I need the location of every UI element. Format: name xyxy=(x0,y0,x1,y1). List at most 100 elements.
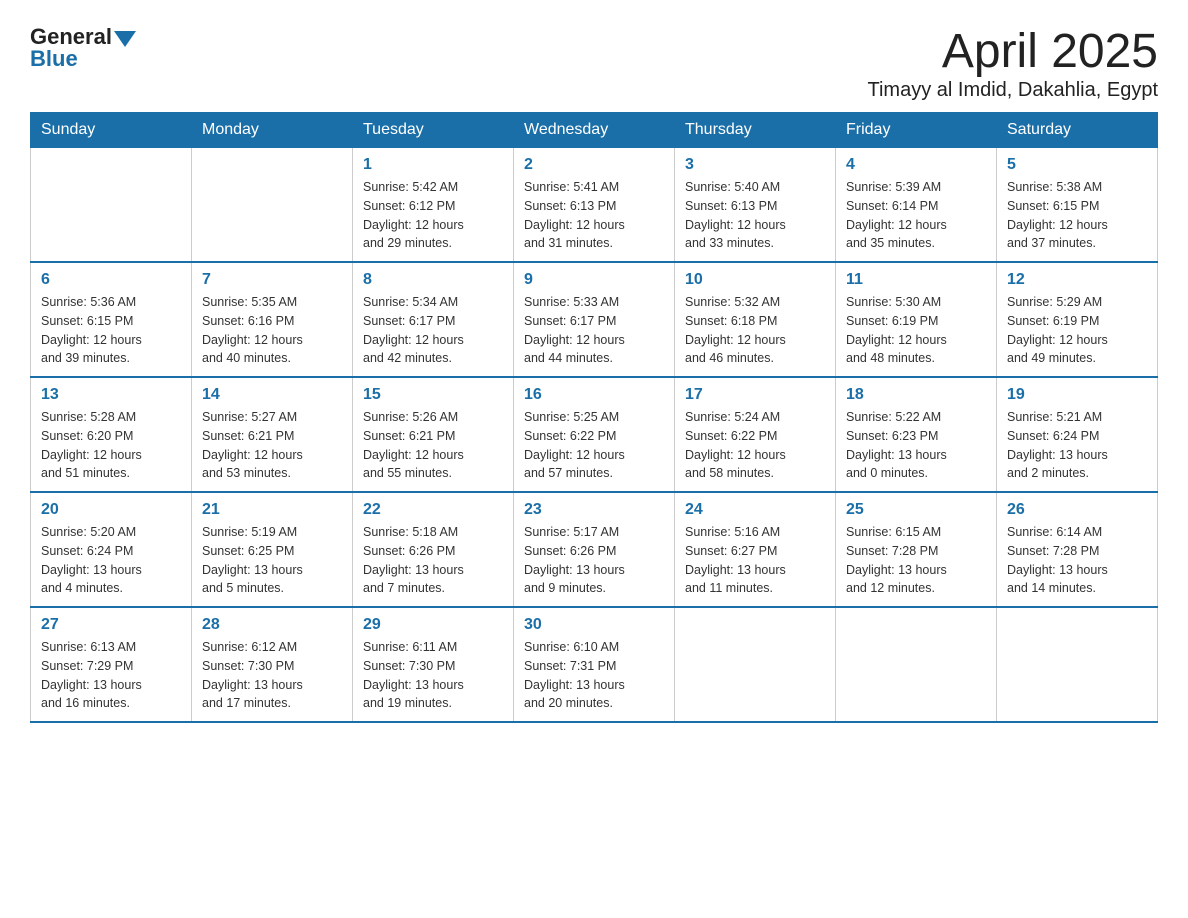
day-info: Sunrise: 5:33 AM Sunset: 6:17 PM Dayligh… xyxy=(524,293,664,368)
calendar-cell xyxy=(192,148,353,263)
calendar-cell: 5 Sunrise: 5:38 AM Sunset: 6:15 PM Daylig… xyxy=(997,148,1158,263)
day-number: 23 xyxy=(524,501,664,519)
calendar-cell: 6 Sunrise: 5:36 AM Sunset: 6:15 PM Daylig… xyxy=(31,262,192,377)
day-number: 17 xyxy=(685,386,825,404)
day-number: 12 xyxy=(1007,271,1147,289)
day-number: 29 xyxy=(363,616,503,634)
calendar-cell: 14 Sunrise: 5:27 AM Sunset: 6:21 PM Dayli… xyxy=(192,377,353,492)
calendar-cell: 2 Sunrise: 5:41 AM Sunset: 6:13 PM Daylig… xyxy=(514,148,675,263)
day-info: Sunrise: 5:30 AM Sunset: 6:19 PM Dayligh… xyxy=(846,293,986,368)
calendar-cell: 22 Sunrise: 5:18 AM Sunset: 6:26 PM Dayli… xyxy=(353,492,514,607)
day-info: Sunrise: 5:24 AM Sunset: 6:22 PM Dayligh… xyxy=(685,408,825,483)
calendar-week-row: 27 Sunrise: 6:13 AM Sunset: 7:29 PM Dayli… xyxy=(31,607,1158,722)
logo-triangle-icon xyxy=(114,27,136,49)
day-info: Sunrise: 6:11 AM Sunset: 7:30 PM Dayligh… xyxy=(363,638,503,713)
day-number: 6 xyxy=(41,271,181,289)
calendar-table: SundayMondayTuesdayWednesdayThursdayFrid… xyxy=(30,112,1158,723)
day-header-thursday: Thursday xyxy=(675,113,836,148)
calendar-cell xyxy=(31,148,192,263)
day-number: 20 xyxy=(41,501,181,519)
calendar-cell: 9 Sunrise: 5:33 AM Sunset: 6:17 PM Daylig… xyxy=(514,262,675,377)
day-number: 9 xyxy=(524,271,664,289)
day-info: Sunrise: 5:26 AM Sunset: 6:21 PM Dayligh… xyxy=(363,408,503,483)
day-number: 21 xyxy=(202,501,342,519)
day-number: 15 xyxy=(363,386,503,404)
day-info: Sunrise: 5:19 AM Sunset: 6:25 PM Dayligh… xyxy=(202,523,342,598)
calendar-cell: 20 Sunrise: 5:20 AM Sunset: 6:24 PM Dayli… xyxy=(31,492,192,607)
day-number: 8 xyxy=(363,271,503,289)
calendar-cell: 17 Sunrise: 5:24 AM Sunset: 6:22 PM Dayli… xyxy=(675,377,836,492)
calendar-cell: 29 Sunrise: 6:11 AM Sunset: 7:30 PM Dayli… xyxy=(353,607,514,722)
calendar-cell: 3Sunrise: 5:40 AM Sunset: 6:13 PM Daylig… xyxy=(675,148,836,263)
day-number: 16 xyxy=(524,386,664,404)
day-number: 26 xyxy=(1007,501,1147,519)
day-info: Sunrise: 5:28 AM Sunset: 6:20 PM Dayligh… xyxy=(41,408,181,483)
page-title: April 2025 xyxy=(868,24,1158,79)
day-number: 22 xyxy=(363,501,503,519)
logo: General Blue xyxy=(30,24,136,72)
day-number: 27 xyxy=(41,616,181,634)
day-info: Sunrise: 5:21 AM Sunset: 6:24 PM Dayligh… xyxy=(1007,408,1147,483)
day-info: Sunrise: 5:41 AM Sunset: 6:13 PM Dayligh… xyxy=(524,178,664,253)
day-info: Sunrise: 5:25 AM Sunset: 6:22 PM Dayligh… xyxy=(524,408,664,483)
calendar-week-row: 1Sunrise: 5:42 AM Sunset: 6:12 PM Daylig… xyxy=(31,148,1158,263)
day-info: Sunrise: 5:20 AM Sunset: 6:24 PM Dayligh… xyxy=(41,523,181,598)
day-header-saturday: Saturday xyxy=(997,113,1158,148)
day-number: 28 xyxy=(202,616,342,634)
day-info: Sunrise: 6:13 AM Sunset: 7:29 PM Dayligh… xyxy=(41,638,181,713)
calendar-cell: 25Sunrise: 6:15 AM Sunset: 7:28 PM Dayli… xyxy=(836,492,997,607)
calendar-cell: 21 Sunrise: 5:19 AM Sunset: 6:25 PM Dayli… xyxy=(192,492,353,607)
calendar-cell: 10Sunrise: 5:32 AM Sunset: 6:18 PM Dayli… xyxy=(675,262,836,377)
day-number: 14 xyxy=(202,386,342,404)
day-info: Sunrise: 5:40 AM Sunset: 6:13 PM Dayligh… xyxy=(685,178,825,253)
day-info: Sunrise: 5:36 AM Sunset: 6:15 PM Dayligh… xyxy=(41,293,181,368)
logo-blue-text: Blue xyxy=(30,46,78,72)
day-info: Sunrise: 6:15 AM Sunset: 7:28 PM Dayligh… xyxy=(846,523,986,598)
day-info: Sunrise: 5:22 AM Sunset: 6:23 PM Dayligh… xyxy=(846,408,986,483)
day-info: Sunrise: 5:32 AM Sunset: 6:18 PM Dayligh… xyxy=(685,293,825,368)
calendar-cell: 8 Sunrise: 5:34 AM Sunset: 6:17 PM Daylig… xyxy=(353,262,514,377)
calendar-cell: 24Sunrise: 5:16 AM Sunset: 6:27 PM Dayli… xyxy=(675,492,836,607)
day-info: Sunrise: 5:29 AM Sunset: 6:19 PM Dayligh… xyxy=(1007,293,1147,368)
calendar-cell: 30Sunrise: 6:10 AM Sunset: 7:31 PM Dayli… xyxy=(514,607,675,722)
calendar-cell xyxy=(675,607,836,722)
page-subtitle: Timayy al Imdid, Dakahlia, Egypt xyxy=(868,79,1158,102)
calendar-cell: 1Sunrise: 5:42 AM Sunset: 6:12 PM Daylig… xyxy=(353,148,514,263)
day-number: 7 xyxy=(202,271,342,289)
day-number: 4 xyxy=(846,156,986,174)
calendar-week-row: 20 Sunrise: 5:20 AM Sunset: 6:24 PM Dayli… xyxy=(31,492,1158,607)
calendar-cell: 11 Sunrise: 5:30 AM Sunset: 6:19 PM Dayli… xyxy=(836,262,997,377)
day-number: 5 xyxy=(1007,156,1147,174)
day-number: 19 xyxy=(1007,386,1147,404)
calendar-cell: 13Sunrise: 5:28 AM Sunset: 6:20 PM Dayli… xyxy=(31,377,192,492)
day-header-monday: Monday xyxy=(192,113,353,148)
day-info: Sunrise: 6:14 AM Sunset: 7:28 PM Dayligh… xyxy=(1007,523,1147,598)
calendar-cell: 23 Sunrise: 5:17 AM Sunset: 6:26 PM Dayli… xyxy=(514,492,675,607)
day-header-wednesday: Wednesday xyxy=(514,113,675,148)
day-info: Sunrise: 5:38 AM Sunset: 6:15 PM Dayligh… xyxy=(1007,178,1147,253)
calendar-week-row: 13Sunrise: 5:28 AM Sunset: 6:20 PM Dayli… xyxy=(31,377,1158,492)
day-number: 11 xyxy=(846,271,986,289)
day-info: Sunrise: 5:17 AM Sunset: 6:26 PM Dayligh… xyxy=(524,523,664,598)
day-info: Sunrise: 5:34 AM Sunset: 6:17 PM Dayligh… xyxy=(363,293,503,368)
day-info: Sunrise: 5:35 AM Sunset: 6:16 PM Dayligh… xyxy=(202,293,342,368)
day-header-tuesday: Tuesday xyxy=(353,113,514,148)
calendar-cell xyxy=(836,607,997,722)
calendar-cell: 4 Sunrise: 5:39 AM Sunset: 6:14 PM Daylig… xyxy=(836,148,997,263)
page-header: General Blue April 2025 Timayy al Imdid,… xyxy=(30,24,1158,102)
day-number: 1 xyxy=(363,156,503,174)
day-number: 18 xyxy=(846,386,986,404)
day-number: 2 xyxy=(524,156,664,174)
day-info: Sunrise: 5:39 AM Sunset: 6:14 PM Dayligh… xyxy=(846,178,986,253)
calendar-cell: 28 Sunrise: 6:12 AM Sunset: 7:30 PM Dayli… xyxy=(192,607,353,722)
calendar-cell: 7 Sunrise: 5:35 AM Sunset: 6:16 PM Daylig… xyxy=(192,262,353,377)
day-info: Sunrise: 5:27 AM Sunset: 6:21 PM Dayligh… xyxy=(202,408,342,483)
day-number: 30 xyxy=(524,616,664,634)
day-info: Sunrise: 5:18 AM Sunset: 6:26 PM Dayligh… xyxy=(363,523,503,598)
day-info: Sunrise: 6:12 AM Sunset: 7:30 PM Dayligh… xyxy=(202,638,342,713)
calendar-cell: 12 Sunrise: 5:29 AM Sunset: 6:19 PM Dayli… xyxy=(997,262,1158,377)
calendar-cell: 18 Sunrise: 5:22 AM Sunset: 6:23 PM Dayli… xyxy=(836,377,997,492)
calendar-week-row: 6 Sunrise: 5:36 AM Sunset: 6:15 PM Daylig… xyxy=(31,262,1158,377)
day-header-sunday: Sunday xyxy=(31,113,192,148)
calendar-cell: 26 Sunrise: 6:14 AM Sunset: 7:28 PM Dayli… xyxy=(997,492,1158,607)
